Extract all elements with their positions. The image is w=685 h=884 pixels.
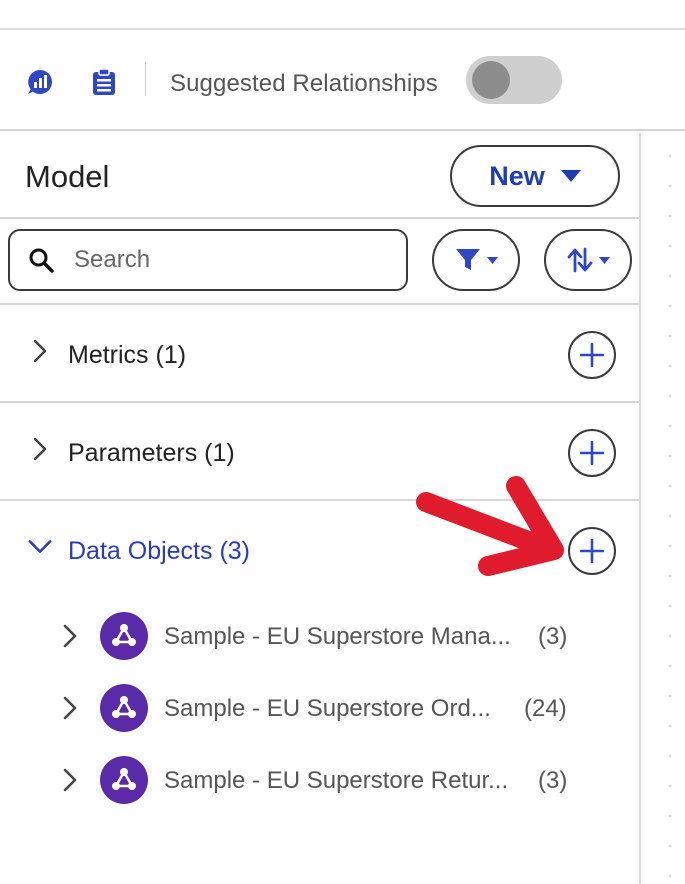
toolbar: Suggested Relationships	[0, 32, 685, 131]
chevron-right-icon[interactable]	[58, 696, 82, 720]
data-object-name: Sample - EU Superstore Retur...	[164, 767, 509, 794]
data-object-item[interactable]: Sample - EU Superstore Retur... (3)	[0, 746, 641, 818]
panel-title: Model	[25, 159, 110, 194]
sort-button[interactable]	[544, 229, 632, 291]
clipboard-icon[interactable]	[90, 68, 118, 96]
suggested-relationships-label: Suggested Relationships	[170, 70, 438, 97]
data-object-count: (3)	[538, 623, 568, 650]
data-object-name: Sample - EU Superstore Ord...	[164, 695, 491, 722]
caret-down-icon	[598, 256, 610, 264]
chevron-right-icon[interactable]	[28, 437, 52, 461]
data-object-item[interactable]: Sample - EU Superstore Mana... (3)	[0, 602, 641, 674]
plus-icon	[580, 343, 604, 367]
section-label: Parameters (1)	[68, 439, 235, 467]
toggle-knob	[472, 61, 510, 99]
section-label: Data Objects (3)	[68, 537, 251, 565]
search-input[interactable]	[74, 246, 374, 274]
new-button[interactable]: New	[450, 145, 620, 207]
add-metric-button[interactable]	[568, 331, 616, 379]
section-label: Metrics (1)	[68, 341, 187, 369]
filter-button[interactable]	[432, 229, 520, 291]
chevron-right-icon[interactable]	[58, 624, 82, 648]
top-strip	[0, 0, 685, 30]
divider	[0, 217, 641, 219]
add-data-object-button[interactable]	[568, 527, 616, 575]
plus-icon	[580, 441, 604, 465]
section-data-objects[interactable]: Data Objects (3)	[0, 499, 641, 595]
add-parameter-button[interactable]	[568, 429, 616, 477]
data-object-icon	[100, 612, 148, 660]
plus-icon	[580, 539, 604, 563]
chevron-down-icon[interactable]	[28, 535, 52, 559]
suggested-relationships-toggle[interactable]	[466, 56, 562, 104]
data-object-icon	[100, 756, 148, 804]
chevron-right-icon[interactable]	[58, 768, 82, 792]
data-object-icon	[100, 684, 148, 732]
toolbar-divider	[145, 62, 146, 96]
sort-icon	[567, 247, 592, 273]
canvas-area	[643, 133, 685, 884]
search-icon	[28, 247, 54, 273]
data-object-count: (3)	[538, 767, 568, 794]
data-object-item[interactable]: Sample - EU Superstore Ord... (24)	[0, 674, 641, 746]
new-button-label: New	[489, 160, 545, 191]
caret-down-icon	[486, 256, 498, 264]
model-panel: Model New Search Metrics (1) Parameters …	[0, 133, 641, 884]
data-object-count: (24)	[524, 695, 567, 722]
chevron-right-icon[interactable]	[28, 339, 52, 363]
filter-icon	[455, 249, 480, 270]
section-metrics[interactable]: Metrics (1)	[0, 303, 641, 399]
section-parameters[interactable]: Parameters (1)	[0, 401, 641, 497]
search-field[interactable]	[8, 229, 408, 291]
data-object-name: Sample - EU Superstore Mana...	[164, 623, 511, 650]
caret-down-icon	[560, 170, 581, 182]
app-screen: Suggested Relationships Model New Search…	[0, 0, 685, 884]
chart-bubble-icon[interactable]	[26, 68, 54, 96]
